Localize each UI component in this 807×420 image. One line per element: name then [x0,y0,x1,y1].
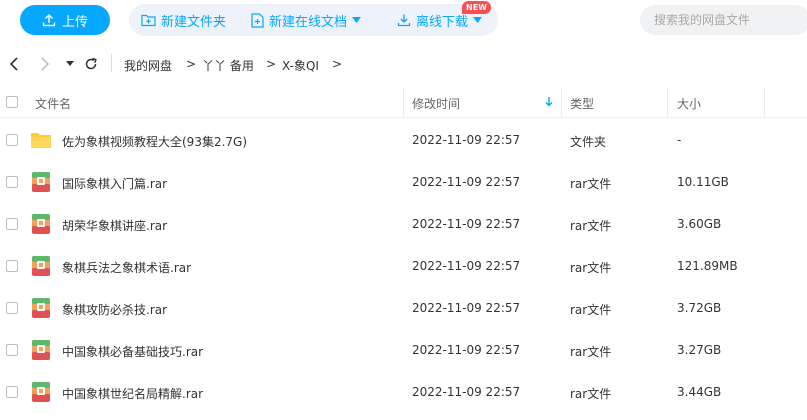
column-header-type[interactable]: 类型 [570,95,594,112]
file-name[interactable]: 国际象棋入门篇.rar [62,175,167,192]
breadcrumb-separator: > [332,57,343,71]
rar-icon [32,214,50,234]
row-checkbox[interactable] [6,176,18,188]
table-row[interactable]: 中国象棋必备基础技巧.rar 2022-11-09 22:57 rar文件 3.… [0,329,807,371]
table-header: 文件名 修改时间 类型 大小 [0,87,807,118]
table-row[interactable]: 国际象棋入门篇.rar 2022-11-09 22:57 rar文件 10.11… [0,161,807,203]
breadcrumb-bar: 我的网盘 > 丫丫 备用 > X-象QI > [0,50,807,80]
modified-time: 2022-11-09 22:57 [412,301,521,315]
file-type: rar文件 [570,177,612,191]
file-type: rar文件 [570,345,612,359]
table-row[interactable]: 象棋兵法之象棋术语.rar 2022-11-09 22:57 rar文件 121… [0,245,807,287]
modified-time: 2022-11-09 22:57 [412,217,521,231]
new-online-doc-label: 新建在线文档 [269,14,348,30]
caret-down-icon [473,17,483,23]
file-size: 10.11GB [677,175,729,189]
row-checkbox[interactable] [6,344,18,356]
column-divider [764,87,765,117]
refresh-icon[interactable] [84,57,98,71]
file-size: 3.44GB [677,385,722,399]
file-name[interactable]: 象棋兵法之象棋术语.rar [62,259,191,276]
file-size: 3.27GB [677,343,722,357]
file-type: 文件夹 [570,135,607,149]
offline-download-label: 离线下载 [416,14,469,30]
row-checkbox[interactable] [6,218,18,230]
row-checkbox[interactable] [6,260,18,272]
modified-time: 2022-11-09 22:57 [412,343,521,357]
file-name[interactable]: 佐为象棋视频教程大全(93集2.7G) [62,133,247,150]
breadcrumb-item-current[interactable]: X-象QI [282,57,319,74]
file-size: 3.60GB [677,217,722,231]
new-folder-button[interactable]: 新建文件夹 [141,4,226,36]
file-name[interactable]: 中国象棋世纪名局精解.rar [62,385,203,402]
column-header-name[interactable]: 文件名 [35,95,71,112]
rar-icon [32,256,50,276]
row-checkbox[interactable] [6,134,18,146]
search-input[interactable] [640,5,807,35]
breadcrumb-separator: > [266,57,277,71]
offline-download-button[interactable]: 离线下载 [397,4,483,36]
file-size: 3.72GB [677,301,722,315]
new-online-doc-button[interactable]: 新建在线文档 [251,4,362,36]
modified-time: 2022-11-09 22:57 [412,175,521,189]
upload-label: 上传 [61,14,88,30]
table-row[interactable]: 中国象棋世纪名局精解.rar 2022-11-09 22:57 rar文件 3.… [0,371,807,413]
upload-icon [42,14,56,27]
rar-icon [32,382,50,402]
toolbar: 上传 新建文件夹 新建在线文档 NEW 离线下载 [0,0,807,44]
table-row[interactable]: 象棋攻防必杀技.rar 2022-11-09 22:57 rar文件 3.72G… [0,287,807,329]
column-header-size[interactable]: 大小 [677,95,701,112]
file-name[interactable]: 中国象棋必备基础技巧.rar [62,343,203,360]
download-icon [397,14,411,27]
file-size: - [677,133,682,147]
file-name[interactable]: 象棋攻防必杀技.rar [62,301,167,318]
rar-icon [32,340,50,360]
back-arrow-icon[interactable] [9,56,19,72]
file-type: rar文件 [570,387,612,401]
breadcrumb-separator: > [186,57,197,71]
arrow-down-icon [545,97,553,107]
rar-icon [32,172,50,192]
column-header-modified[interactable]: 修改时间 [412,95,460,112]
history-dropdown-icon[interactable] [66,61,74,66]
select-all-checkbox[interactable] [6,96,18,108]
divider [111,54,112,72]
modified-time: 2022-11-09 22:57 [412,133,521,147]
modified-time: 2022-11-09 22:57 [412,259,521,273]
breadcrumb-item[interactable]: 我的网盘 [124,57,172,74]
rar-icon [32,298,50,318]
modified-time: 2022-11-09 22:57 [412,385,521,399]
action-group: 新建文件夹 新建在线文档 NEW 离线下载 [129,1,498,36]
breadcrumb-item[interactable]: 丫丫 备用 [202,57,254,74]
table-row[interactable]: 佐为象棋视频教程大全(93集2.7G) 2022-11-09 22:57 文件夹… [0,119,807,161]
upload-button[interactable]: 上传 [20,5,110,35]
file-size: 121.89MB [677,259,738,273]
new-folder-icon [141,14,156,27]
table-row[interactable]: 胡荣华象棋讲座.rar 2022-11-09 22:57 rar文件 3.60G… [0,203,807,245]
caret-down-icon [352,17,362,23]
file-name[interactable]: 胡荣华象棋讲座.rar [62,217,167,234]
row-checkbox[interactable] [6,302,18,314]
new-doc-icon [251,12,264,28]
new-folder-label: 新建文件夹 [161,14,227,30]
column-divider [667,87,668,117]
row-checkbox[interactable] [6,386,18,398]
folder-icon [31,133,51,148]
column-divider [561,87,562,117]
file-type: rar文件 [570,219,612,233]
file-type: rar文件 [570,261,612,275]
file-type: rar文件 [570,303,612,317]
forward-arrow-icon[interactable] [40,56,50,72]
column-divider [403,87,404,117]
